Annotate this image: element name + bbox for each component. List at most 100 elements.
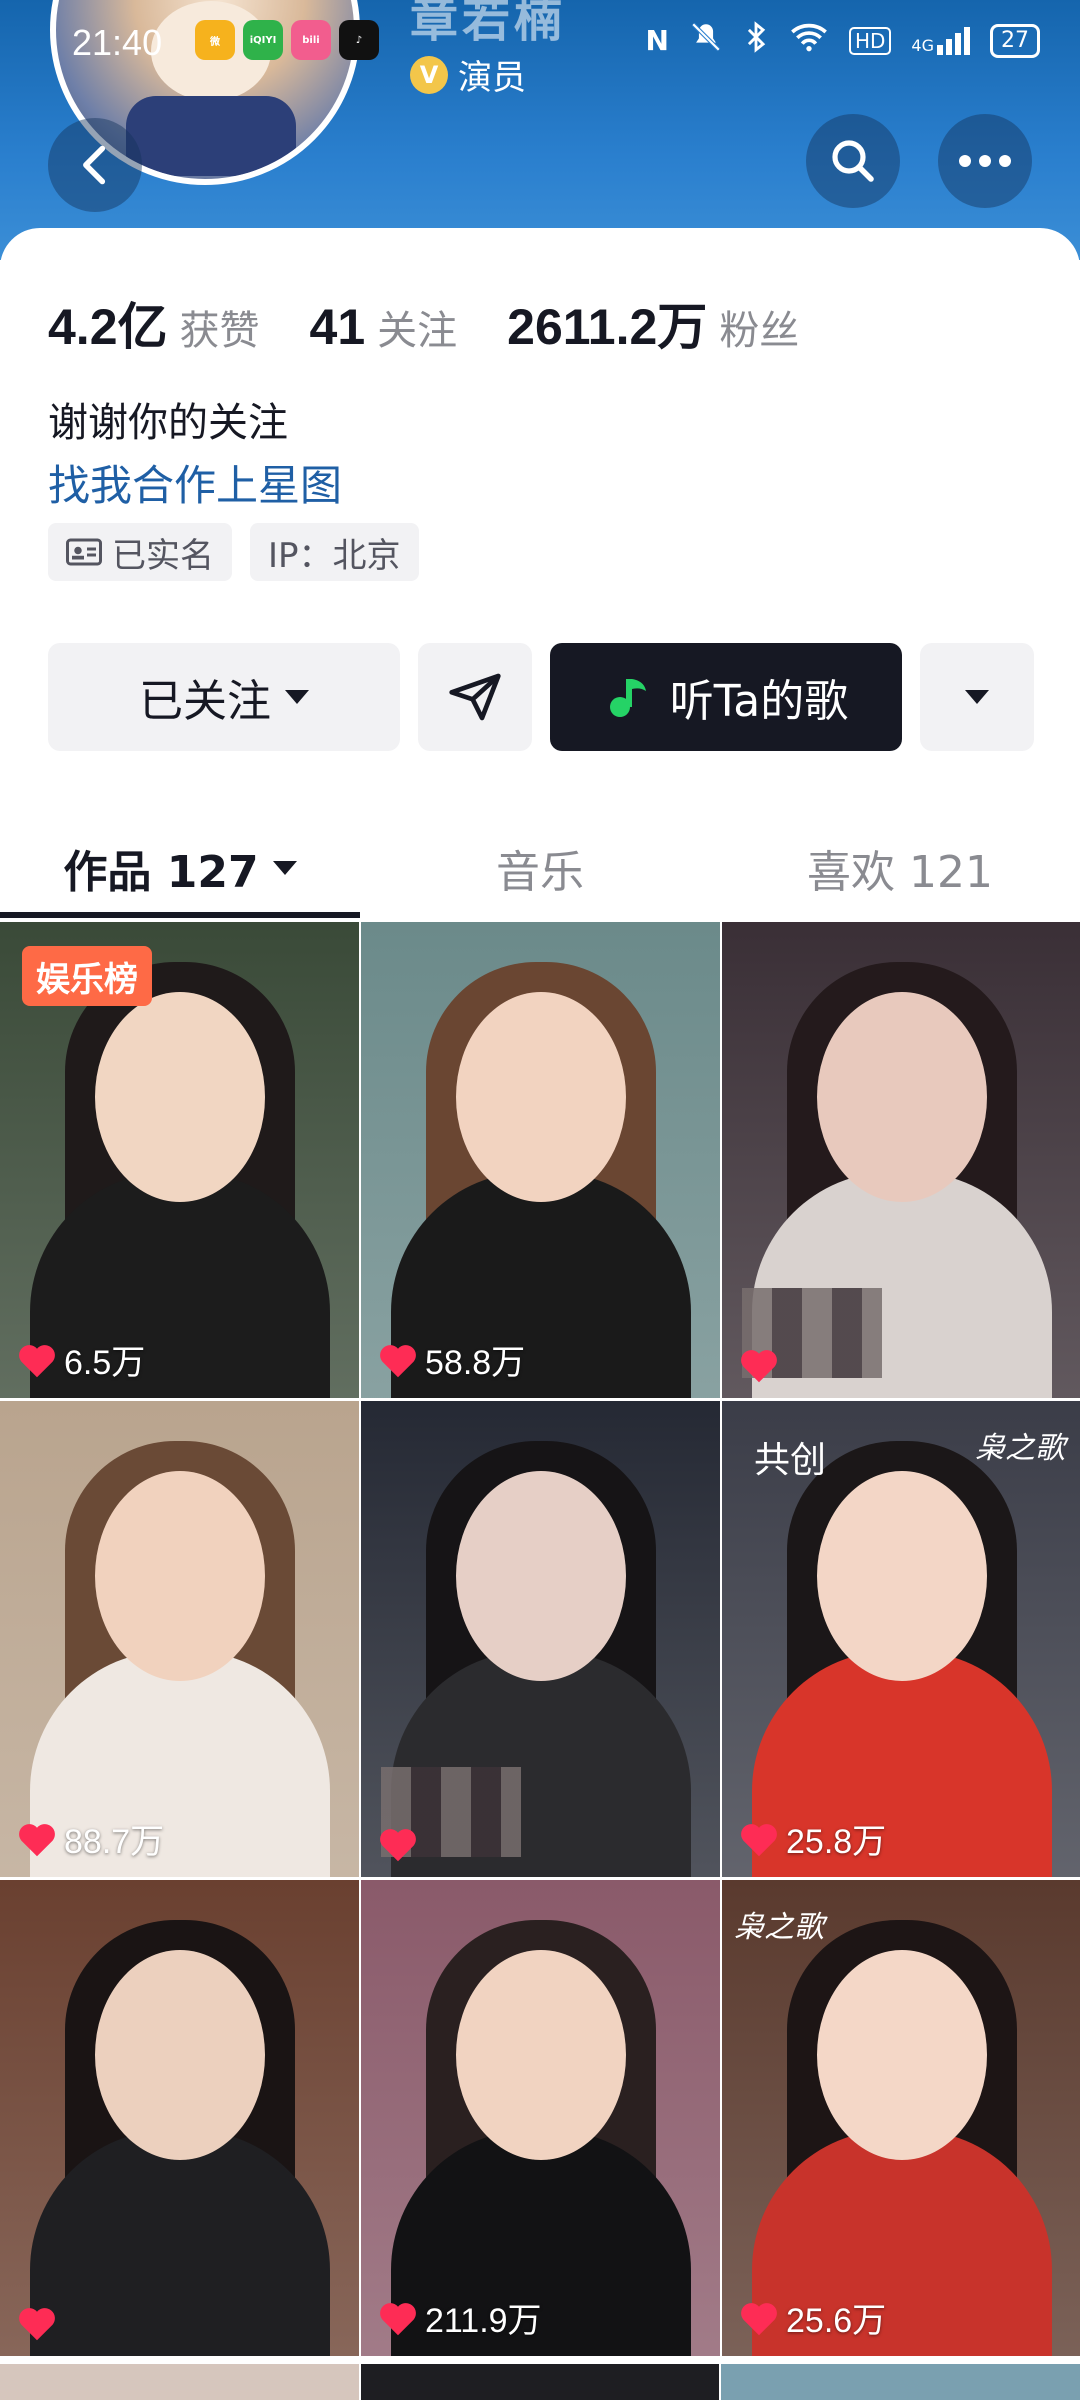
status-time: 21:40 (72, 22, 163, 63)
drama-logo: 枭之歌 (734, 1910, 824, 1945)
video-thumbnail[interactable]: 共创 枭之歌 25.8万 (722, 1401, 1080, 1877)
video-thumbnail-peek (360, 2364, 720, 2400)
real-name-tag: 已实名 (48, 523, 232, 581)
video-thumbnail[interactable]: 88.7万 (0, 1401, 359, 1877)
like-count-value: 58.8万 (425, 1344, 526, 1382)
video-thumbnail[interactable]: 枭之歌 25.6万 (722, 1880, 1080, 2356)
like-count (16, 2304, 64, 2342)
like-count-value: 211.9万 (425, 2302, 542, 2340)
back-arrow-icon (83, 145, 106, 185)
signal-icon: 4G (911, 26, 970, 55)
heart-icon (19, 1344, 55, 1377)
action-buttons: 已关注 听Ta的歌 (48, 643, 1034, 751)
video-thumbnail[interactable] (361, 1401, 720, 1877)
ip-location-label: IP：北京 (268, 535, 401, 576)
heart-icon (380, 1829, 416, 1862)
thumbnail-face (455, 992, 626, 1202)
verified-badge-row: V 演员 (410, 50, 526, 99)
like-count: 88.7万 (16, 1814, 164, 1863)
tab-music[interactable]: 音乐 (360, 818, 720, 918)
video-thumbnail[interactable] (722, 922, 1080, 1398)
bio-text: 谢谢你的关注 (48, 400, 288, 446)
profile-name: 章若楠 (410, 0, 567, 48)
heart-icon (741, 1350, 777, 1383)
chevron-down-icon (285, 690, 309, 704)
bluetooth-icon (743, 20, 769, 61)
search-button[interactable] (806, 114, 900, 208)
listen-songs-label: 听Ta的歌 (669, 676, 849, 727)
like-count-value: 88.7万 (64, 1823, 165, 1861)
video-thumbnail-peek (721, 2364, 1080, 2400)
chevron-down-icon (965, 690, 989, 704)
thumbnail-face (455, 1950, 626, 2160)
thumbnail-face (94, 992, 265, 1202)
nfc-icon: N (645, 24, 669, 57)
expand-recommendations-button[interactable] (920, 643, 1034, 751)
drama-logo: 枭之歌 (975, 1431, 1065, 1466)
like-count: 25.6万 (738, 2293, 886, 2342)
thumbnail-face (816, 1950, 987, 2160)
heart-icon (19, 1823, 55, 1856)
real-name-label: 已实名 (112, 535, 214, 576)
douyin-icon: ♪ (339, 20, 379, 60)
video-thumbnail[interactable]: 娱乐榜 6.5万 (0, 922, 359, 1398)
ranking-badge: 娱乐榜 (22, 946, 152, 1006)
tab-works-label: 作品 127 (63, 847, 259, 898)
co-creation-tag: 共创 (754, 1440, 827, 1481)
network-type: 4G (911, 35, 934, 55)
video-thumbnail-peek (0, 2364, 359, 2400)
like-count: 58.8万 (377, 1335, 525, 1384)
paper-plane-icon (449, 673, 501, 721)
back-button[interactable] (48, 118, 142, 212)
ip-location-tag: IP：北京 (250, 523, 419, 581)
like-count: 211.9万 (377, 2293, 542, 2342)
search-icon (832, 140, 874, 182)
avatar-collar (126, 96, 296, 176)
heart-icon (741, 1823, 777, 1856)
followers-count[interactable]: 2611.2万 (507, 287, 707, 359)
thumbnail-face (94, 1471, 265, 1681)
active-tab-indicator (0, 912, 360, 918)
business-link[interactable]: 找我合作上星图 (48, 452, 342, 513)
status-bar-right: N HD 4G 27 (646, 20, 1040, 61)
wifi-icon (789, 21, 829, 60)
like-count (377, 1825, 425, 1863)
tab-music-label: 音乐 (496, 847, 584, 898)
notification-app-icons: 微 iQIYI bili ♪ (195, 20, 379, 60)
like-count (738, 1346, 786, 1384)
likes-label: 获赞 (179, 308, 260, 354)
like-count-value: 25.6万 (786, 2302, 887, 2340)
like-count: 6.5万 (16, 1335, 145, 1384)
thumbnail-face (816, 1471, 987, 1681)
heart-icon (380, 1344, 416, 1377)
tab-works[interactable]: 作品 127 (0, 818, 360, 918)
more-dots-icon (959, 155, 1011, 167)
battery-icon: 27 (990, 23, 1040, 58)
video-thumbnail[interactable] (0, 1880, 359, 2356)
tab-likes[interactable]: 喜欢 121 (720, 818, 1080, 918)
tab-likes-label: 喜欢 121 (807, 847, 993, 898)
video-thumbnail[interactable]: 211.9万 (361, 1880, 720, 2356)
music-note-icon (609, 679, 646, 717)
likes-count[interactable]: 4.2亿 (48, 287, 168, 359)
hd-icon: HD (848, 26, 892, 55)
thumbnail-face (455, 1471, 626, 1681)
weibo-icon: 微 (195, 20, 235, 60)
role-badge-text: 演员 (458, 58, 526, 98)
following-count[interactable]: 41 (310, 298, 366, 356)
chevron-down-icon (272, 861, 297, 875)
following-button[interactable]: 已关注 (48, 643, 400, 751)
profile-tags: 已实名 IP：北京 (48, 523, 419, 581)
listen-songs-button[interactable]: 听Ta的歌 (550, 643, 902, 751)
like-count: 25.8万 (738, 1814, 886, 1863)
send-message-button[interactable] (418, 643, 532, 751)
thumbnail-face (816, 992, 987, 1202)
heart-icon (741, 2302, 777, 2335)
more-options-button[interactable] (938, 114, 1032, 208)
id-card-icon (66, 538, 102, 566)
video-thumbnail[interactable]: 58.8万 (361, 922, 720, 1398)
heart-icon (380, 2302, 416, 2335)
video-grid: 娱乐榜 6.5万 58.8万 88.7万 共创 枭之歌 25.8万 211.9万 枭之歌 25.6… (0, 922, 1080, 2356)
like-count-value: 6.5万 (64, 1344, 146, 1382)
content-tabs: 作品 127 音乐 喜欢 121 (0, 818, 1080, 918)
